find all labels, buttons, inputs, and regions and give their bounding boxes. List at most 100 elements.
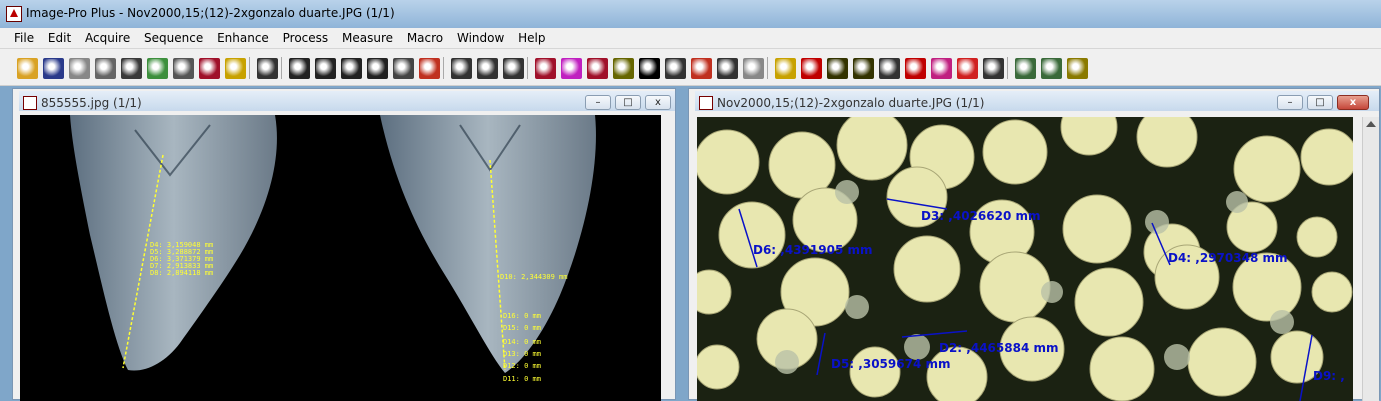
toolbar-separator [281, 57, 282, 79]
toolbar [0, 49, 1381, 86]
egg-particle [697, 269, 732, 315]
image-window-left[interactable]: 855555.jpg (1/1) – □ x D4: 3,159048 mm D… [12, 88, 676, 401]
data-sheet-icon[interactable] [983, 58, 1004, 79]
image-window-right[interactable]: Nov2000,15;(12)-2xgonzalo duarte.JPG (1/… [688, 88, 1380, 401]
egg-particle [1136, 117, 1198, 168]
small-particle [845, 295, 869, 319]
print-icon[interactable] [173, 58, 194, 79]
pencil-icon[interactable] [419, 58, 440, 79]
menu-measure[interactable]: Measure [342, 28, 393, 45]
egg-particle [836, 117, 908, 181]
measure-label-d9: D9: , [1313, 369, 1345, 383]
toolbar-separator [1007, 57, 1008, 79]
new-aoi-icon[interactable] [289, 58, 310, 79]
menu-sequence[interactable]: Sequence [144, 28, 203, 45]
ruler-icon[interactable] [775, 58, 796, 79]
dots-grid-icon[interactable] [665, 58, 686, 79]
egg-particle [1060, 117, 1118, 156]
book-icon[interactable] [199, 58, 220, 79]
measure-label-d14: D14: 0 mm [503, 338, 541, 346]
toolbar-separator [249, 57, 250, 79]
surface-plot-icon[interactable] [931, 58, 952, 79]
small-particle [1226, 191, 1248, 213]
freehand-icon[interactable] [367, 58, 388, 79]
measure-label-d10: D10: 2,344309 mm [500, 273, 568, 281]
camera-icon[interactable] [879, 58, 900, 79]
measure-label-d3: D3: ,4026620 mm [921, 209, 1041, 223]
close-button[interactable]: x [1337, 95, 1369, 110]
magnifier-icon[interactable] [451, 58, 472, 79]
menu-macro[interactable]: Macro [407, 28, 443, 45]
menu-window[interactable]: Window [457, 28, 504, 45]
stack-icon[interactable] [743, 58, 764, 79]
menu-edit[interactable]: Edit [48, 28, 71, 45]
segment-icon[interactable] [717, 58, 738, 79]
maximize-icon: □ [1315, 97, 1325, 108]
window-title-bar[interactable]: Nov2000,15;(12)-2xgonzalo duarte.JPG (1/… [695, 91, 1379, 111]
cube-icon[interactable] [957, 58, 978, 79]
maximize-icon: □ [623, 97, 633, 108]
egg-particle [979, 251, 1051, 323]
measure-label-d13: D13: 0 mm [503, 350, 541, 358]
egg-particle [1074, 267, 1144, 337]
macro-run-icon[interactable] [1041, 58, 1062, 79]
caliper-icon[interactable] [827, 58, 848, 79]
mail-icon[interactable] [225, 58, 246, 79]
scroll-up-icon[interactable] [1366, 121, 1376, 127]
minimize-button[interactable]: – [585, 95, 611, 110]
ellipse-icon[interactable] [341, 58, 362, 79]
count-icon[interactable] [801, 58, 822, 79]
grid-icon[interactable] [69, 58, 90, 79]
minimize-button[interactable]: – [1277, 95, 1303, 110]
measurement-line [816, 332, 826, 376]
line-profile-icon[interactable] [905, 58, 926, 79]
measure-label-d12: D12: 0 mm [503, 362, 541, 370]
hand-icon[interactable] [477, 58, 498, 79]
egg-particle [697, 344, 740, 390]
menu-process[interactable]: Process [283, 28, 329, 45]
measurement-line [901, 330, 968, 338]
contrast-icon[interactable] [535, 58, 556, 79]
measure-label-d4: D4: ,2970348 mm [1168, 251, 1288, 265]
menu-enhance[interactable]: Enhance [217, 28, 269, 45]
rectangle-icon[interactable] [315, 58, 336, 79]
menu-help[interactable]: Help [518, 28, 545, 45]
egg-particle [1089, 336, 1155, 401]
threshold-icon[interactable] [639, 58, 660, 79]
zoom-select-icon[interactable] [503, 58, 524, 79]
menu-acquire[interactable]: Acquire [85, 28, 130, 45]
save-icon[interactable] [43, 58, 64, 79]
small-particle [835, 180, 859, 204]
levels-icon[interactable] [587, 58, 608, 79]
measure-label-d5: D5: ,3059674 mm [831, 357, 951, 371]
egg-particle [1187, 327, 1257, 397]
math-ops-icon[interactable] [691, 58, 712, 79]
image-canvas-otoliths[interactable]: D4: 3,159048 mm D5: 3,288872 mm D6: 3,37… [20, 115, 661, 401]
layers-icon[interactable] [613, 58, 634, 79]
vertical-scrollbar[interactable] [1362, 117, 1379, 401]
maximize-button[interactable]: □ [615, 95, 641, 110]
close-icon: x [655, 97, 661, 108]
egg-particle [926, 346, 988, 401]
image-canvas-eggs[interactable]: D6: ,4391905 mm D3: ,4026620 mm D4: ,297… [697, 117, 1353, 401]
measure-icon[interactable] [853, 58, 874, 79]
egg-particle [849, 346, 901, 398]
copy-icon[interactable] [147, 58, 168, 79]
macro-record-icon[interactable] [1015, 58, 1036, 79]
window-title-bar[interactable]: 855555.jpg (1/1) – □ x [19, 91, 675, 111]
otolith-right [380, 115, 596, 373]
menu-file[interactable]: File [14, 28, 34, 45]
image-doc-icon [699, 96, 713, 110]
macro-edit-icon[interactable] [1067, 58, 1088, 79]
undo-icon[interactable] [257, 58, 278, 79]
close-button[interactable]: x [645, 95, 671, 110]
magic-wand-icon[interactable] [393, 58, 414, 79]
measure-label-d16: D16: 0 mm [503, 312, 541, 320]
open-folder-icon[interactable] [17, 58, 38, 79]
lasso-icon[interactable] [121, 58, 142, 79]
maximize-button[interactable]: □ [1307, 95, 1333, 110]
histogram-icon[interactable] [561, 58, 582, 79]
video-capture-icon[interactable] [95, 58, 116, 79]
toolbar-separator [443, 57, 444, 79]
egg-particle [1296, 216, 1338, 258]
